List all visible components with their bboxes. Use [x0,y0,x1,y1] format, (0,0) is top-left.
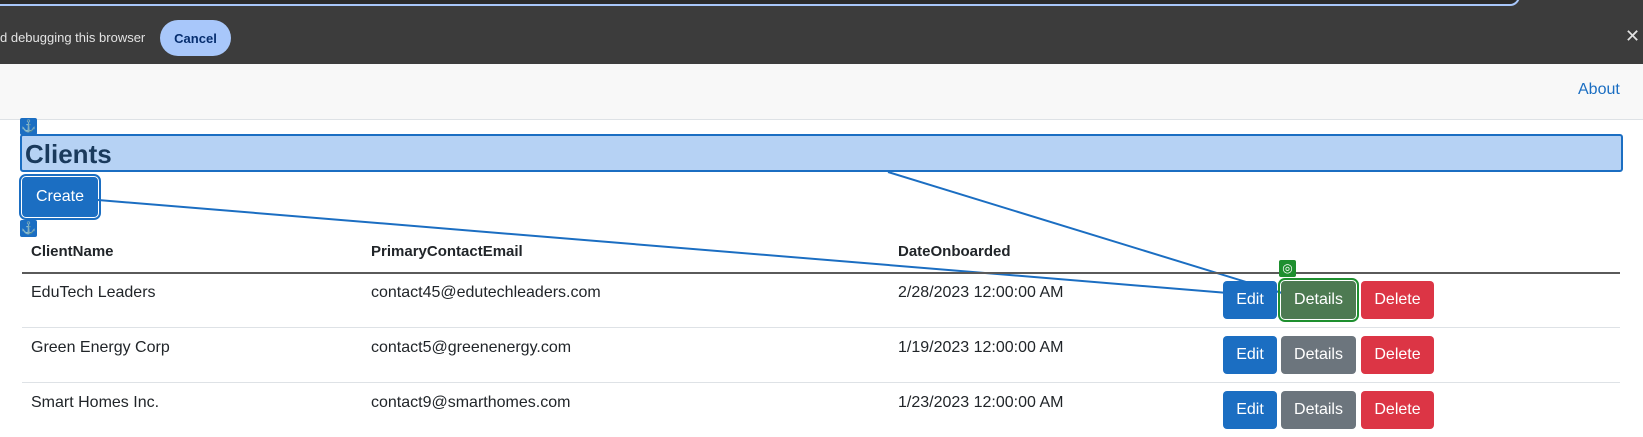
site-navbar: About [0,64,1643,120]
cell-client-name: EduTech Leaders [31,284,156,301]
edit-button[interactable]: Edit [1223,281,1277,319]
connector-line [887,171,1283,294]
close-icon[interactable]: ✕ [1625,26,1640,47]
address-bar[interactable] [0,0,1520,6]
cell-date: 2/28/2023 12:00:00 AM [898,284,1064,301]
infobar-message: d debugging this browser [0,30,146,45]
delete-button[interactable]: Delete [1361,391,1434,429]
row-divider [22,327,1620,328]
header-divider [22,272,1620,274]
edit-button[interactable]: Edit [1223,391,1277,429]
page-title: Clients [25,139,112,169]
edit-button[interactable]: Edit [1223,336,1277,374]
column-header-clientname: ClientName [31,243,114,260]
details-button[interactable]: Details [1281,391,1356,429]
target-icon: ◎ [1279,260,1296,277]
page-title-highlight: Clients [20,134,1623,172]
column-header-date: DateOnboarded [898,243,1011,260]
anchor-icon: ⚓ [20,118,37,135]
cancel-button[interactable]: Cancel [160,20,231,56]
create-button[interactable]: Create [19,174,101,220]
row-divider [22,382,1620,383]
delete-button[interactable]: Delete [1361,281,1434,319]
details-button[interactable]: Details [1278,278,1359,322]
column-header-email: PrimaryContactEmail [371,243,523,260]
browser-viewport: d debugging this browser Cancel ✕ About … [0,0,1643,437]
details-button[interactable]: Details [1281,336,1356,374]
cell-client-name: Green Energy Corp [31,339,170,356]
cell-date: 1/23/2023 12:00:00 AM [898,394,1064,411]
anchor-icon: ⚓ [20,220,37,237]
cell-email: contact45@edutechleaders.com [371,284,601,301]
cell-client-name: Smart Homes Inc. [31,394,160,411]
connector-line [97,199,1229,294]
cell-email: contact5@greenenergy.com [371,339,572,356]
nav-link-about[interactable]: About [1578,81,1620,99]
debugging-infobar: d debugging this browser Cancel ✕ [0,12,1643,64]
browser-toolbar-strip [0,0,1643,12]
cell-email: contact9@smarthomes.com [371,394,571,411]
cell-date: 1/19/2023 12:00:00 AM [898,339,1064,356]
delete-button[interactable]: Delete [1361,336,1434,374]
